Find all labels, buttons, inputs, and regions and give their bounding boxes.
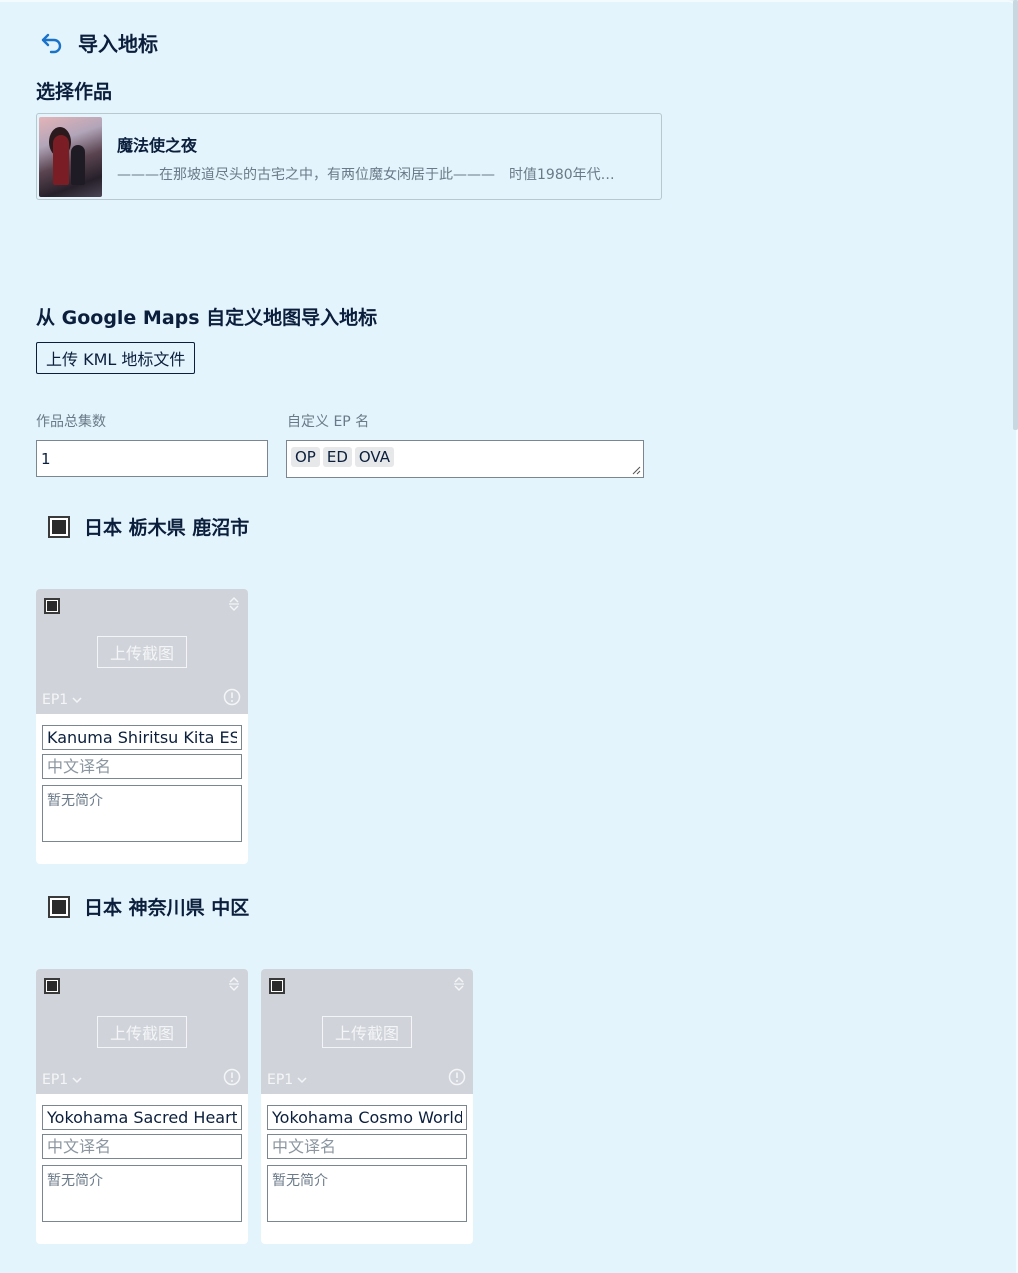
spot-image-placeholder: 上传截图 EP1 bbox=[36, 969, 248, 1094]
spot-name-input[interactable] bbox=[42, 1105, 242, 1130]
spot-card: 上传截图 EP1 bbox=[261, 969, 473, 1244]
spot-name-input[interactable] bbox=[42, 725, 242, 750]
upload-screenshot-button[interactable]: 上传截图 bbox=[97, 1016, 187, 1048]
ep-select-value: EP1 bbox=[42, 692, 69, 708]
drag-handle-icon[interactable] bbox=[453, 977, 465, 991]
upload-screenshot-button[interactable]: 上传截图 bbox=[322, 1016, 412, 1048]
info-icon[interactable] bbox=[223, 688, 241, 706]
spot-card: 上传截图 EP1 bbox=[36, 969, 248, 1244]
spot-description-input[interactable] bbox=[267, 1165, 467, 1222]
group-title: 日本 神奈川県 中区 bbox=[84, 897, 250, 919]
scrollbar[interactable] bbox=[1013, 0, 1018, 430]
spot-description-input[interactable] bbox=[42, 785, 242, 842]
ep-select[interactable]: EP1 bbox=[42, 1072, 82, 1088]
ep-select[interactable]: EP1 bbox=[42, 692, 82, 708]
ep-select[interactable]: EP1 bbox=[267, 1072, 307, 1088]
spot-checkbox[interactable] bbox=[44, 598, 60, 614]
spot-translation-input[interactable] bbox=[42, 1134, 242, 1159]
custom-ep-label: 自定义 EP 名 bbox=[287, 414, 370, 430]
spot-card: 上传截图 EP1 bbox=[36, 589, 248, 864]
import-section-title: 从 Google Maps 自定义地图导入地标 bbox=[36, 307, 378, 329]
chevron-down-icon bbox=[72, 697, 82, 704]
location-group-header: 日本 神奈川県 中区 bbox=[48, 893, 249, 920]
episode-count-input[interactable] bbox=[36, 440, 268, 477]
group-checkbox[interactable] bbox=[48, 895, 70, 918]
resize-grip-icon[interactable] bbox=[632, 466, 641, 475]
spot-checkbox[interactable] bbox=[44, 978, 60, 994]
group-checkbox[interactable] bbox=[48, 515, 70, 538]
spot-image-placeholder: 上传截图 EP1 bbox=[261, 969, 473, 1094]
work-title: 魔法使之夜 bbox=[117, 136, 198, 155]
spot-name-input[interactable] bbox=[267, 1105, 467, 1130]
ep-select-value: EP1 bbox=[267, 1072, 294, 1088]
import-landmarks-page: 导入地标 选择作品 魔法使之夜 ———在那坡道尽头的古宅之中，有两位魔女闲居于此… bbox=[0, 0, 1018, 1273]
info-icon[interactable] bbox=[448, 1068, 466, 1086]
spot-image-placeholder: 上传截图 EP1 bbox=[36, 589, 248, 714]
chevron-down-icon bbox=[297, 1077, 307, 1084]
info-icon[interactable] bbox=[223, 1068, 241, 1086]
ep-select-value: EP1 bbox=[42, 1072, 69, 1088]
custom-ep-names-input[interactable]: OP ED OVA bbox=[286, 440, 644, 478]
location-group-header: 日本 栃木県 鹿沼市 bbox=[48, 513, 249, 540]
spot-translation-input[interactable] bbox=[42, 754, 242, 779]
chevron-down-icon bbox=[72, 1077, 82, 1084]
spot-translation-input[interactable] bbox=[267, 1134, 467, 1159]
group-title: 日本 栃木県 鹿沼市 bbox=[84, 517, 250, 539]
ep-tag-ed[interactable]: ED bbox=[322, 447, 352, 467]
ep-tag-ova[interactable]: OVA bbox=[354, 447, 394, 467]
work-description: ———在那坡道尽头的古宅之中，有两位魔女闲居于此——— 时值1980年代… bbox=[117, 167, 615, 183]
drag-handle-icon[interactable] bbox=[228, 977, 240, 991]
episode-count-label: 作品总集数 bbox=[36, 414, 106, 430]
page-title: 导入地标 bbox=[78, 32, 158, 56]
upload-screenshot-button[interactable]: 上传截图 bbox=[97, 636, 187, 668]
ep-tag-op[interactable]: OP bbox=[291, 447, 320, 467]
drag-handle-icon[interactable] bbox=[228, 597, 240, 611]
undo-arrow-icon[interactable] bbox=[38, 29, 66, 57]
selected-work-card[interactable]: 魔法使之夜 ———在那坡道尽头的古宅之中，有两位魔女闲居于此——— 时值1980… bbox=[36, 113, 662, 200]
work-cover-image bbox=[39, 117, 102, 197]
spot-checkbox[interactable] bbox=[269, 978, 285, 994]
upload-kml-button[interactable]: 上传 KML 地标文件 bbox=[36, 342, 196, 374]
page-header: 导入地标 bbox=[38, 28, 158, 57]
spot-description-input[interactable] bbox=[42, 1165, 242, 1222]
select-work-title: 选择作品 bbox=[36, 81, 113, 103]
